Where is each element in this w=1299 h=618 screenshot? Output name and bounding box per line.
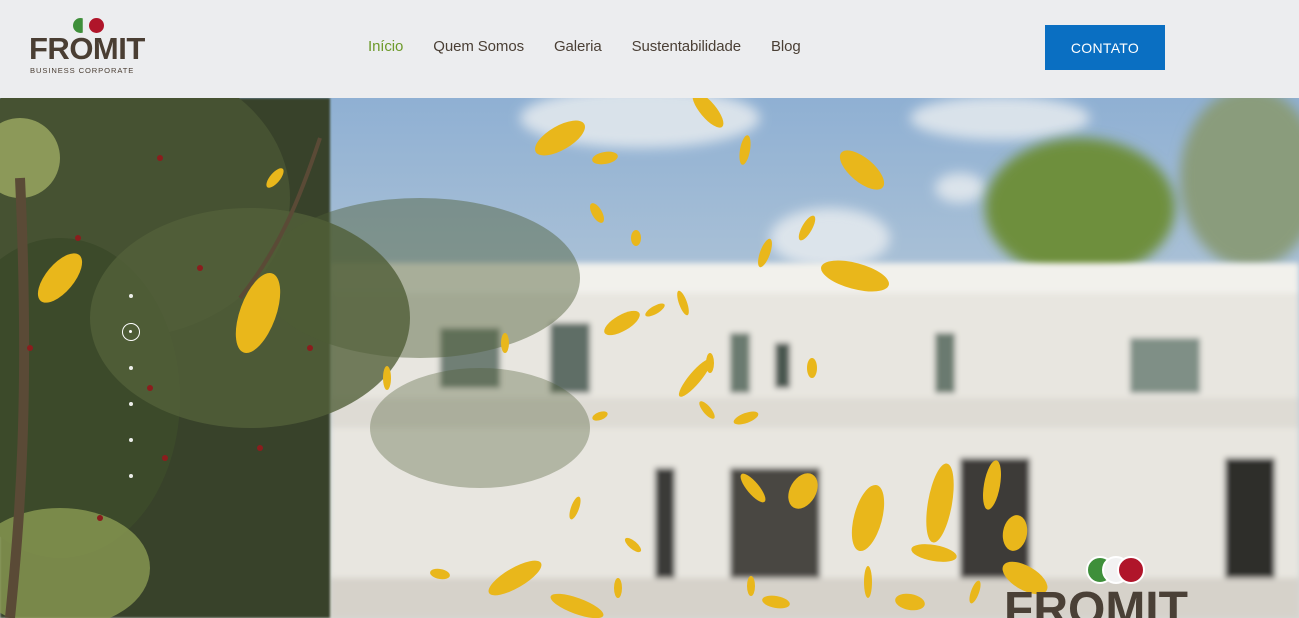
hero-watermark-logo: FROMIT — [1000, 556, 1240, 618]
nav-item-inicio[interactable]: Início — [368, 37, 403, 57]
slider-dot-3[interactable] — [129, 366, 133, 370]
hero-slider: FROMIT — [0, 98, 1299, 618]
slider-dot-6[interactable] — [129, 474, 133, 478]
slider-dot-5[interactable] — [129, 438, 133, 442]
logo-wordmark: FROMIT — [29, 31, 145, 66]
brand-logo[interactable]: FROMIT BUSINESS CORPORATE — [29, 16, 153, 78]
logo-tagline: BUSINESS CORPORATE — [30, 66, 135, 75]
site-header: FROMIT BUSINESS CORPORATE Início Quem So… — [0, 0, 1299, 98]
nav-item-galeria[interactable]: Galeria — [554, 37, 602, 57]
slider-dot-4[interactable] — [129, 402, 133, 406]
logo-circle-red-icon — [1117, 556, 1145, 584]
hero-logo-wordmark: FROMIT — [1004, 583, 1188, 618]
nav-item-blog[interactable]: Blog — [771, 37, 801, 57]
main-nav: Início Quem Somos Galeria Sustentabilida… — [368, 37, 801, 57]
slider-dot-2-active[interactable] — [122, 323, 140, 341]
slider-dot-1[interactable] — [129, 294, 133, 298]
nav-item-sustentabilidade[interactable]: Sustentabilidade — [632, 37, 741, 57]
contato-button[interactable]: CONTATO — [1045, 25, 1165, 70]
hero-background-image — [0, 98, 1299, 618]
nav-item-quem-somos[interactable]: Quem Somos — [433, 37, 524, 57]
